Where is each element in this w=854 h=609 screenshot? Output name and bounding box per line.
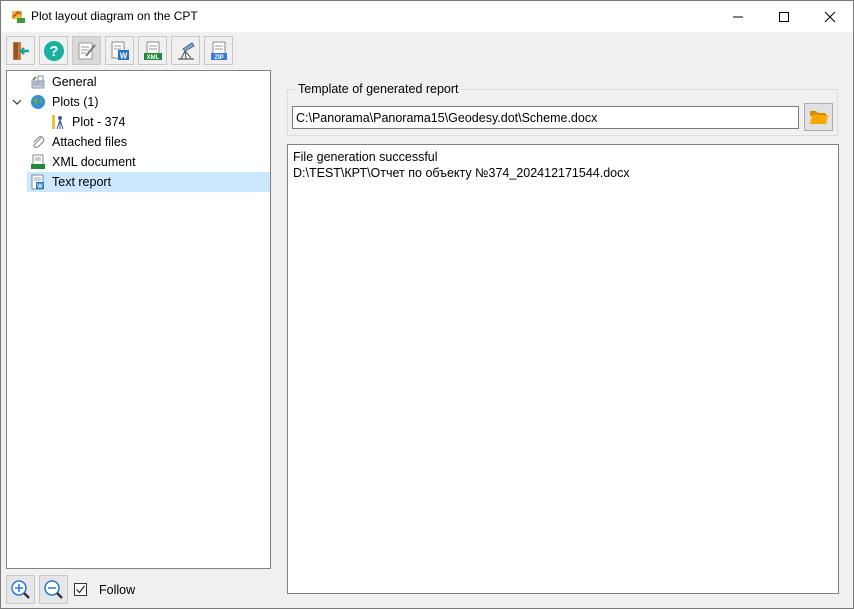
follow-label: Follow [99, 582, 136, 597]
xml-document-icon: XML [143, 41, 162, 61]
tree-item-label: XML document [52, 155, 136, 169]
tree-item-plots[interactable]: Plots (1) [30, 92, 270, 112]
zip-button[interactable]: ZIP [204, 36, 233, 65]
output-log[interactable]: File generation successful D:\TEST\КРТ\О… [287, 144, 839, 594]
edit-button[interactable] [72, 36, 101, 65]
maximize-icon [779, 11, 789, 22]
follow-checkbox[interactable] [74, 583, 87, 596]
tree-item-attached-files[interactable]: Attached files [30, 132, 270, 152]
exit-door-icon [12, 41, 29, 60]
help-button[interactable]: ? [39, 36, 68, 65]
globe-icon [30, 94, 46, 110]
minimize-button[interactable] [715, 1, 761, 32]
paperclip-icon [30, 134, 46, 150]
template-path-input[interactable] [292, 106, 799, 129]
checkmark-icon [76, 585, 85, 594]
close-button[interactable] [807, 1, 853, 32]
minimize-icon [733, 16, 743, 17]
svg-text:W: W [37, 184, 43, 190]
survey-button[interactable] [171, 36, 200, 65]
browse-template-button[interactable] [804, 103, 833, 131]
toolbar: ? W XML ZIP [6, 36, 233, 66]
xml-export-button[interactable]: XML [138, 36, 167, 65]
svg-text:W: W [119, 51, 127, 60]
window-title: Plot layout diagram on the CPT [31, 9, 198, 23]
edit-document-icon [78, 42, 96, 59]
zip-archive-icon: ZIP [210, 41, 227, 61]
exit-button[interactable] [6, 36, 35, 65]
maximize-button[interactable] [761, 1, 807, 32]
close-icon [824, 11, 836, 22]
general-icon [30, 74, 46, 90]
expand-toggle[interactable] [11, 96, 23, 108]
survey-instrument-icon [177, 41, 195, 59]
xml-icon [30, 154, 46, 170]
svg-text:?: ? [49, 43, 58, 60]
help-icon: ? [43, 40, 64, 61]
plot-survey-icon [50, 114, 66, 130]
svg-text:XML: XML [146, 55, 159, 61]
tree-item-xml-document[interactable]: XML document [30, 152, 270, 172]
zoom-out-button[interactable] [39, 575, 68, 604]
tree-bottom-bar: Follow [6, 575, 135, 604]
tree-item-general[interactable]: General [30, 72, 270, 92]
folder-icon [809, 111, 828, 124]
tree-item-label: Text report [52, 175, 112, 189]
template-group-label: Template of generated report [295, 82, 462, 96]
tree-item-label: Plots (1) [52, 95, 99, 109]
app-icon [10, 8, 26, 24]
tree-item-plot-374[interactable]: Plot - 374 [50, 112, 270, 132]
title-bar: Plot layout diagram on the CPT [1, 1, 853, 32]
log-line: D:\TEST\КРТ\Отчет по объекту №374_202412… [293, 166, 630, 180]
tree-item-label: Attached files [52, 135, 128, 149]
tree-item-label: General [52, 75, 97, 89]
zoom-in-icon [10, 579, 30, 599]
word-icon: W [30, 174, 46, 190]
zoom-in-button[interactable] [6, 575, 35, 604]
main-window: Plot layout diagram on the CPT ? W XML Z… [0, 0, 854, 609]
log-line: File generation successful [293, 150, 438, 164]
zoom-out-icon [43, 579, 63, 599]
word-report-button[interactable]: W [105, 36, 134, 65]
word-document-icon: W [111, 41, 129, 60]
tree-item-label: Plot - 374 [72, 115, 126, 129]
navigation-tree[interactable]: General Plots (1) Plot - 374 Attached fi… [6, 70, 271, 569]
chevron-down-icon [12, 99, 22, 105]
tree-item-text-report[interactable]: W Text report [27, 172, 270, 192]
svg-text:ZIP: ZIP [214, 55, 223, 61]
